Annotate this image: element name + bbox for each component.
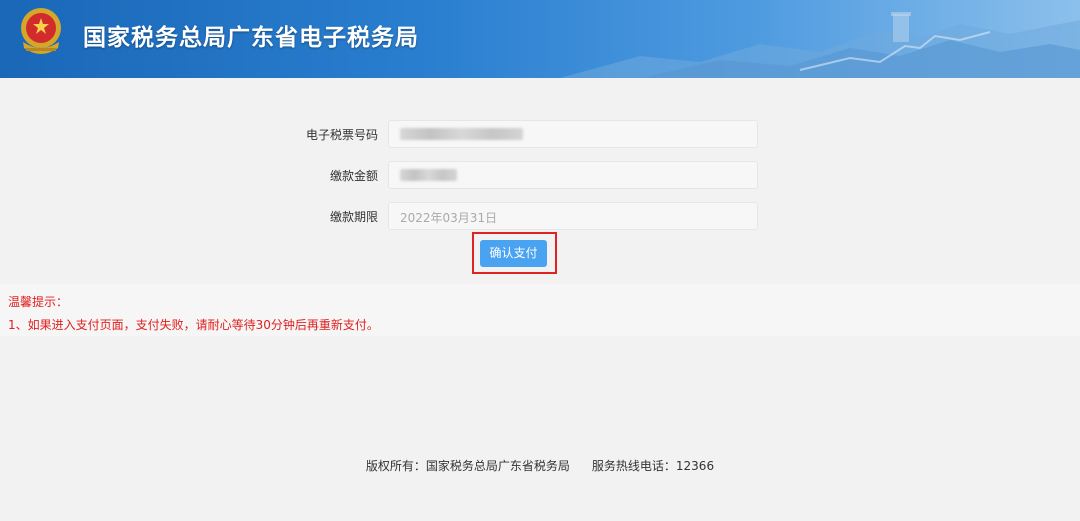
confirm-payment-button[interactable]: 确认支付 (480, 240, 547, 267)
payment-deadline-field[interactable]: 2022年03月31日 (388, 202, 758, 230)
payment-deadline-label: 缴款期限 (329, 210, 378, 224)
tax-emblem-icon (21, 8, 61, 54)
notice-panel: 温馨提示： 1、如果进入支付页面，支付失败，请耐心等待30分钟后再重新支付。 (0, 284, 1080, 336)
ticket-number-label: 电子税票号码 (305, 128, 378, 142)
notice-line: 1、如果进入支付页面，支付失败，请耐心等待30分钟后再重新支付。 (8, 318, 379, 332)
footer: 版权所有：国家税务总局广东省税务局 服务热线电话：12366 (0, 457, 1080, 474)
copyright-text: 版权所有：国家税务总局广东省税务局 (365, 459, 570, 473)
payment-amount-label: 缴款金额 (329, 169, 378, 183)
payment-deadline-row: 缴款期限 2022年03月31日 (0, 202, 1080, 230)
header-banner: 国家税务总局广东省电子税务局 (0, 0, 1080, 78)
payment-amount-row: 缴款金额 (0, 161, 1080, 189)
obscured-value (400, 128, 523, 140)
site-title: 国家税务总局广东省电子税务局 (83, 25, 419, 51)
notice-title: 温馨提示： (8, 295, 69, 309)
ticket-number-field[interactable] (388, 120, 758, 148)
payment-deadline-value: 2022年03月31日 (400, 211, 498, 225)
hotline-text: 服务热线电话：12366 (591, 459, 715, 473)
obscured-value (400, 169, 457, 181)
ticket-number-row: 电子税票号码 (0, 120, 1080, 148)
payment-amount-field[interactable] (388, 161, 758, 189)
